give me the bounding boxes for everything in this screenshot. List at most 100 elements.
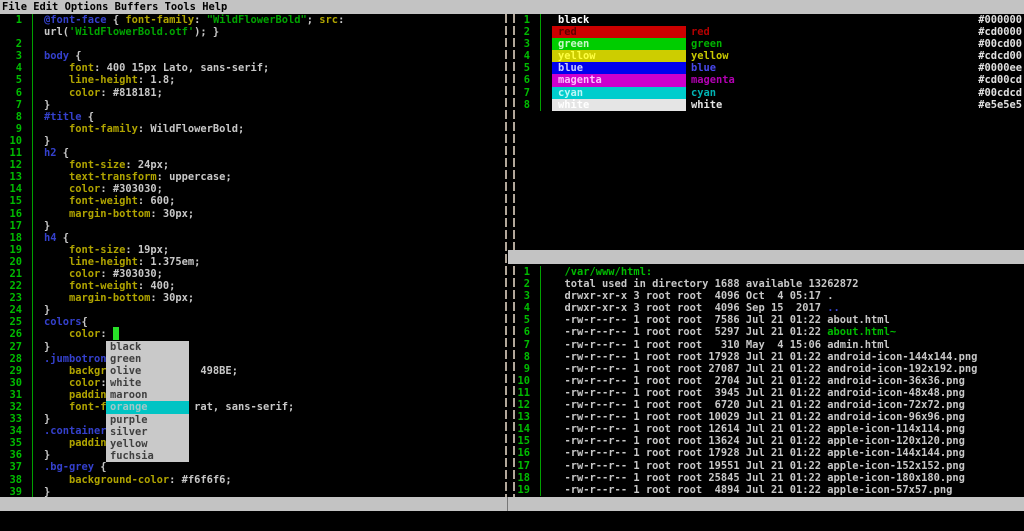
dired-row[interactable]: 1 /var/www/html: <box>508 266 1024 279</box>
color-row: 4 yellow yellow #cdcd00 <box>508 50 1024 63</box>
code-line[interactable]: 22 font-weight: 400; <box>0 280 506 293</box>
line-text: body { <box>44 50 82 63</box>
code-line[interactable]: 28 .jumbotron <box>0 352 506 365</box>
code-line[interactable]: 3 body { <box>0 50 506 63</box>
color-row-content: white white <box>552 98 722 111</box>
line-text: color: <box>69 376 107 389</box>
code-line[interactable]: 5 line-height: 1.8; <box>0 74 506 87</box>
code-line[interactable]: 33} <box>0 413 506 426</box>
dired-row[interactable]: 2 total used in directory 1688 available… <box>508 278 1024 291</box>
dired-row[interactable]: 7 -rw-r--r-- 1 root root 310 May 4 15:06… <box>508 338 1024 351</box>
menu-item-help[interactable]: Help <box>202 1 227 13</box>
popup-item-fuchsia[interactable]: fuchsia <box>106 450 189 462</box>
color-name: yellow <box>691 50 729 63</box>
css-editor-window[interactable]: 1 @font-face { font-family: "WildFlowerBo… <box>0 14 506 497</box>
dired-row[interactable]: 3 drwxr-xr-x 3 root root 4096 Oct 4 05:1… <box>508 290 1024 303</box>
code-line[interactable]: url('WildFlowerBold.otf'); } <box>0 26 506 39</box>
color-row-content: yellow yellow <box>552 50 729 63</box>
color-row-content: cyan cyan <box>552 86 717 99</box>
code-line[interactable]: 17} <box>0 219 506 232</box>
popup-item-purple[interactable]: purple <box>106 414 189 426</box>
code-line[interactable]: 9 font-family: WildFlowerBold; <box>0 122 506 135</box>
dired-row[interactable]: 17 -rw-r--r-- 1 root root 19551 Jul 21 0… <box>508 459 1024 472</box>
code-line[interactable]: 20 line-height: 1.375em; <box>0 255 506 268</box>
popup-item-silver[interactable]: silver <box>106 426 189 438</box>
code-line[interactable]: 36} <box>0 449 506 462</box>
color-name: cyan <box>691 86 717 99</box>
menu-bar: File Edit Options Buffers Tools Help <box>0 0 1024 14</box>
line-number: 11 <box>0 147 33 160</box>
autocomplete-popup[interactable]: black green olive white maroon orange purple si… <box>106 341 189 462</box>
code-line[interactable]: 23 margin-bottom: 30px; <box>0 292 506 305</box>
code-line[interactable]: 15 font-weight: 600; <box>0 195 506 208</box>
code-line[interactable]: 37 .bg-grey { <box>0 461 506 474</box>
code-line[interactable]: 4 font: 400 15px Lato, sans-serif; <box>0 62 506 75</box>
code-line[interactable]: 39} <box>0 485 506 497</box>
dired-row[interactable]: 5 -rw-r--r-- 1 root root 7586 Jul 21 01:… <box>508 314 1024 327</box>
code-line[interactable]: 1 @font-face { font-family: "WildFlowerBo… <box>0 14 506 27</box>
line-text: } <box>44 304 51 317</box>
dired-row[interactable]: 4 drwxr-xr-x 3 root root 4096 Sep 15 201… <box>508 302 1024 315</box>
code-line[interactable]: 32 font-f rat, sans-serif; <box>0 401 506 414</box>
line-number: 28 <box>0 352 33 365</box>
menu-item-buffers[interactable]: Buffers <box>115 1 159 13</box>
code-line[interactable]: 24} <box>0 304 506 317</box>
code-line[interactable]: 25 colors{ <box>0 316 506 329</box>
code-line[interactable]: 21 color: #303030; <box>0 267 506 281</box>
dired-row[interactable]: 10 -rw-r--r-- 1 root root 2704 Jul 21 01… <box>508 374 1024 387</box>
dired-row[interactable]: 6 -rw-r--r-- 1 root root 5297 Jul 21 01:… <box>508 326 1024 339</box>
code-line[interactable]: 34 .container <box>0 425 506 438</box>
menu-item-options[interactable]: Options <box>65 1 109 13</box>
code-line[interactable]: 35 paddin <box>0 437 506 450</box>
dired-row[interactable]: 14 -rw-r--r-- 1 root root 12614 Jul 21 0… <box>508 423 1024 436</box>
dired-window[interactable]: 1 /var/www/html: 2 total used in director… <box>508 264 1024 497</box>
color-swatch: cyan <box>552 86 686 99</box>
color-hex: #00cd00 <box>978 38 1022 51</box>
line-text: -rw-r--r-- 1 root root 7586 Jul 21 01:22… <box>552 314 890 327</box>
dired-row[interactable]: 19 -rw-r--r-- 1 root root 4894 Jul 21 01… <box>508 483 1024 496</box>
popup-item-yellow[interactable]: yellow <box>106 438 189 450</box>
line-number <box>0 26 33 39</box>
code-line[interactable]: 27} <box>0 340 506 353</box>
color-name: blue <box>691 62 717 75</box>
dired-row[interactable]: 16 -rw-r--r-- 1 root root 17928 Jul 21 0… <box>508 447 1024 460</box>
dired-row[interactable]: 12 -rw-r--r-- 1 root root 6720 Jul 21 01… <box>508 399 1024 412</box>
dired-row[interactable]: 13 -rw-r--r-- 1 root root 10029 Jul 21 0… <box>508 411 1024 424</box>
code-line[interactable]: 30 color: <box>0 376 506 389</box>
popup-item-maroon[interactable]: maroon <box>106 389 189 401</box>
dired-row[interactable]: 11 -rw-r--r-- 1 root root 3945 Jul 21 01… <box>508 386 1024 400</box>
menu-item-tools[interactable]: Tools <box>165 1 196 13</box>
window-divider <box>505 14 507 497</box>
menu-item-file[interactable]: File <box>2 1 27 13</box>
code-line[interactable]: 8 #title { <box>0 110 506 123</box>
popup-item-orange[interactable]: orange <box>106 401 189 414</box>
dired-row[interactable]: 8 -rw-r--r-- 1 root root 17928 Jul 21 01… <box>508 350 1024 363</box>
code-line[interactable]: 16 margin-bottom: 30px; <box>0 207 506 220</box>
code-line[interactable]: 2 <box>0 38 506 51</box>
code-line[interactable]: 13 text-transform: uppercase; <box>0 171 506 184</box>
dired-row[interactable]: 15 -rw-r--r-- 1 root root 13624 Jul 21 0… <box>508 435 1024 448</box>
code-line[interactable]: 6 color: #818181; <box>0 86 506 99</box>
menu-item-edit[interactable]: Edit <box>33 1 58 13</box>
code-line[interactable]: 38 background-color: #f6f6f6; <box>0 473 506 486</box>
line-text: colors{ <box>44 316 88 329</box>
code-line[interactable]: 11 h2 { <box>0 147 506 160</box>
code-line[interactable]: 10} <box>0 134 506 148</box>
line-text: -rw-r--r-- 1 root root 17928 Jul 21 01:2… <box>552 447 965 460</box>
code-line[interactable]: 18 h4 { <box>0 231 506 244</box>
dired-row[interactable]: 9 -rw-r--r-- 1 root root 27087 Jul 21 01… <box>508 362 1024 375</box>
code-line[interactable]: 12 font-size: 24px; <box>0 159 506 172</box>
popup-item-black[interactable]: black <box>106 341 189 353</box>
dired-row[interactable]: 18 -rw-r--r-- 1 root root 25845 Jul 21 0… <box>508 471 1024 484</box>
popup-item-olive[interactable]: olive <box>106 365 189 377</box>
code-line[interactable]: 14 color: #303030; <box>0 183 506 196</box>
popup-item-white[interactable]: white <box>106 377 189 389</box>
echo-area[interactable] <box>0 511 1024 531</box>
popup-item-green[interactable]: green <box>106 353 189 365</box>
code-line[interactable]: 31 paddin <box>0 388 506 401</box>
code-line[interactable]: 19 font-size: 19px; <box>0 243 506 256</box>
code-line[interactable]: 26 color: <box>0 327 506 341</box>
code-line[interactable]: 29 backgr 498BE; <box>0 364 506 377</box>
color-row-content: black black <box>552 14 722 27</box>
code-line[interactable]: 7} <box>0 98 506 111</box>
